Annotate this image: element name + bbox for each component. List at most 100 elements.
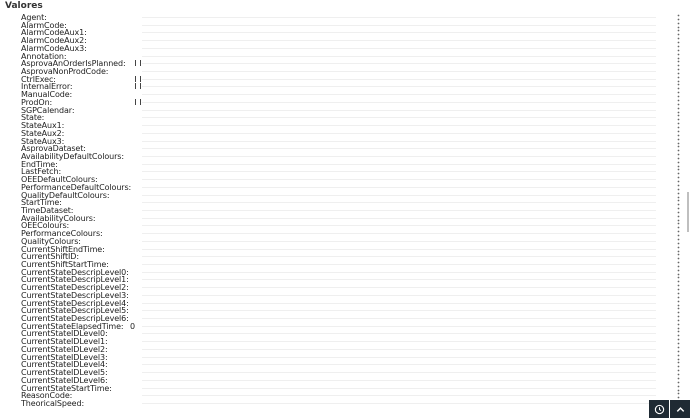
vertical-dots-icon[interactable] <box>676 261 681 268</box>
value-row: AvailabilityDefaultColours: <box>0 152 686 161</box>
value-row: StartTime: <box>0 198 686 207</box>
vertical-dots-icon[interactable] <box>676 53 681 60</box>
vertical-dots-icon[interactable] <box>676 145 681 152</box>
vertical-dots-icon[interactable] <box>676 37 681 44</box>
vertical-dots-icon[interactable] <box>676 354 681 361</box>
row-separator <box>142 125 656 127</box>
chevron-up-icon <box>676 406 684 412</box>
row-separator <box>142 402 656 404</box>
vertical-dots-icon[interactable] <box>676 22 681 29</box>
vertical-dots-icon[interactable] <box>676 253 681 260</box>
row-separator <box>142 333 656 335</box>
vertical-dots-icon[interactable] <box>676 138 681 145</box>
vertical-dots-icon[interactable] <box>676 99 681 106</box>
vertical-dots-icon[interactable] <box>676 323 681 330</box>
row-separator <box>142 109 656 111</box>
vertical-dots-icon[interactable] <box>676 307 681 314</box>
vertical-dots-icon[interactable] <box>676 346 681 353</box>
vertical-dots-icon[interactable] <box>676 122 681 129</box>
row-separator <box>142 395 656 397</box>
row-separator <box>142 155 656 157</box>
vertical-dots-icon[interactable] <box>676 377 681 384</box>
row-separator <box>142 32 656 34</box>
vertical-dots-icon[interactable] <box>676 199 681 206</box>
vertical-dots-icon[interactable] <box>676 292 681 299</box>
vertical-dots-icon[interactable] <box>676 168 681 175</box>
value-row: PerformanceColours: <box>0 229 686 238</box>
value-row: StateAux2: <box>0 129 686 138</box>
row-separator <box>142 310 656 312</box>
row-separator <box>142 217 656 219</box>
row-separator <box>142 256 656 258</box>
vertical-dots-icon[interactable] <box>676 68 681 75</box>
vertical-dots-icon[interactable] <box>676 207 681 214</box>
collapse-button[interactable] <box>670 400 690 418</box>
vertical-dots-icon[interactable] <box>676 385 681 392</box>
row-separator <box>142 63 656 65</box>
vertical-dots-icon[interactable] <box>676 76 681 83</box>
vertical-dots-icon[interactable] <box>676 300 681 307</box>
vertical-dots-icon[interactable] <box>676 222 681 229</box>
row-separator <box>142 71 656 73</box>
vertical-dots-icon[interactable] <box>676 238 681 245</box>
value-row: QualityDefaultColours: <box>0 191 686 200</box>
vertical-dots-icon[interactable] <box>676 246 681 253</box>
vertical-dots-icon[interactable] <box>676 269 681 276</box>
vertical-dots-icon[interactable] <box>676 107 681 114</box>
row-separator <box>142 240 656 242</box>
vertical-dots-icon[interactable] <box>676 184 681 191</box>
vertical-dots-icon[interactable] <box>676 276 681 283</box>
row-separator <box>142 78 656 80</box>
row-separator <box>142 287 656 289</box>
row-separator <box>142 248 656 250</box>
row-separator <box>142 117 656 119</box>
value-row: Agent: <box>0 13 686 22</box>
row-separator <box>142 148 656 150</box>
vertical-dots-icon[interactable] <box>676 29 681 36</box>
vertical-dots-icon[interactable] <box>676 91 681 98</box>
vertical-dots-icon[interactable] <box>676 284 681 291</box>
value-row: ReasonCode: <box>0 391 686 400</box>
vertical-dots-icon[interactable] <box>676 369 681 376</box>
row-separator <box>142 372 656 374</box>
value-row: ProdOn: <box>0 98 686 107</box>
value-row: AvailabilityColours: <box>0 214 686 223</box>
vertical-dots-icon[interactable] <box>676 60 681 67</box>
row-separator <box>142 24 656 26</box>
row-separator <box>142 341 656 343</box>
vertical-dots-icon[interactable] <box>676 338 681 345</box>
vertical-dots-icon[interactable] <box>676 330 681 337</box>
vertical-dots-icon[interactable] <box>676 215 681 222</box>
vertical-dots-icon[interactable] <box>676 192 681 199</box>
vertical-dots-icon[interactable] <box>676 361 681 368</box>
value-row: CurrentShiftEndTime: <box>0 245 686 254</box>
value-row: TheoricalSpeed: <box>0 399 686 408</box>
vertical-dots-icon[interactable] <box>676 161 681 168</box>
scrollbar[interactable] <box>686 12 690 407</box>
history-button[interactable] <box>649 400 669 418</box>
vertical-dots-icon[interactable] <box>676 130 681 137</box>
vertical-dots-icon[interactable] <box>676 45 681 52</box>
vertical-dots-icon[interactable] <box>676 83 681 90</box>
row-separator <box>142 364 656 366</box>
boolean-indicator <box>135 60 145 67</box>
boolean-indicator <box>135 83 145 90</box>
vertical-dots-icon[interactable] <box>676 14 681 21</box>
vertical-dots-icon[interactable] <box>676 114 681 121</box>
row-separator <box>142 318 656 320</box>
row-separator <box>142 325 656 327</box>
value-row: StateAux3: <box>0 137 686 146</box>
vertical-dots-icon[interactable] <box>676 392 681 399</box>
row-separator <box>142 17 656 18</box>
row-separator <box>142 94 656 96</box>
value-row: AlarmCodeAux1: <box>0 28 686 37</box>
value-row: InternalError: <box>0 82 686 91</box>
vertical-dots-icon[interactable] <box>676 176 681 183</box>
scrollbar-thumb[interactable] <box>687 192 689 232</box>
vertical-dots-icon[interactable] <box>676 153 681 160</box>
row-separator <box>142 47 656 49</box>
vertical-dots-icon[interactable] <box>676 315 681 322</box>
row-separator <box>142 202 656 204</box>
vertical-dots-icon[interactable] <box>676 230 681 237</box>
value-row: AlarmCodeAux2: <box>0 36 686 45</box>
